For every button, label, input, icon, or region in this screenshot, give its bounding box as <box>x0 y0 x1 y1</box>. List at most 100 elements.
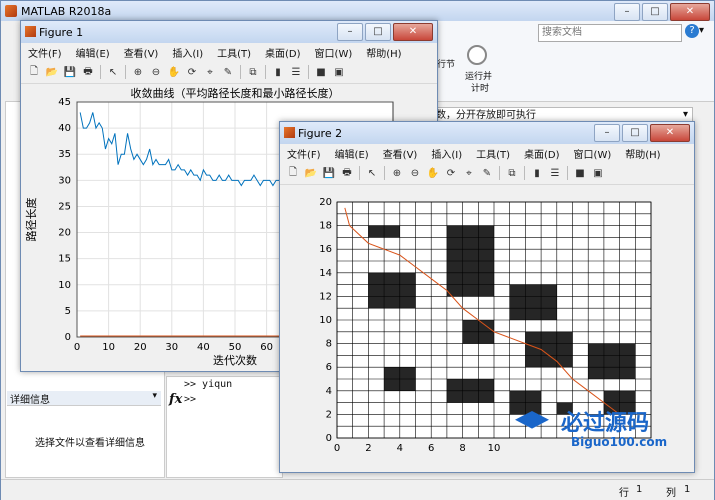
menu-item-3[interactable]: 插入(I) <box>172 45 203 60</box>
figure2-titlebar[interactable]: Figure 2 – □ ✕ <box>280 122 694 144</box>
maximize-button[interactable]: □ <box>642 3 668 21</box>
command-window[interactable] <box>166 376 283 478</box>
hide-tools-icon[interactable]: ■ <box>573 166 587 180</box>
y-tick-label: 40 <box>58 123 71 134</box>
obstacle-cell <box>446 272 463 285</box>
command-prompt[interactable]: >> <box>184 394 196 405</box>
menu-item-1[interactable]: 编辑(E) <box>335 146 369 161</box>
obstacle-cell <box>525 284 542 297</box>
detail-panel-header[interactable]: 详细信息 ▾ <box>7 391 161 406</box>
close-button[interactable]: ✕ <box>670 3 710 21</box>
obstacle-cell <box>541 343 557 356</box>
menu-item-4[interactable]: 工具(T) <box>217 45 251 60</box>
menu-item-6[interactable]: 窗口(W) <box>574 146 612 161</box>
new-figure-icon[interactable]: 🗋 <box>286 166 300 180</box>
run-and-time-icon[interactable] <box>467 45 487 65</box>
print-icon[interactable]: 🖶 <box>81 65 95 79</box>
obstacle-cell <box>478 261 494 273</box>
obstacle-cell <box>588 343 604 356</box>
menu-item-2[interactable]: 查看(V) <box>383 146 418 161</box>
ribbon-run-section-label[interactable]: 行节 <box>437 57 455 70</box>
obstacle-cell <box>509 390 526 403</box>
select-arrow-icon[interactable]: ↖ <box>106 65 120 79</box>
fig2-close-button[interactable]: ✕ <box>650 124 690 142</box>
brush-icon[interactable]: ✎ <box>221 65 235 79</box>
watermark-text: 必过源码 <box>561 411 650 436</box>
menu-item-0[interactable]: 文件(F) <box>287 146 321 161</box>
x-tick-label: 0 <box>334 443 340 454</box>
save-icon[interactable]: 💾 <box>63 65 77 79</box>
save-icon[interactable]: 💾 <box>322 166 336 180</box>
print-icon[interactable]: 🖶 <box>340 166 354 180</box>
rotate-icon[interactable]: ⟳ <box>444 166 458 180</box>
fig2-minimize-button[interactable]: – <box>594 124 620 142</box>
x-tick-label: 20 <box>134 342 147 353</box>
y-tick-label: 14 <box>319 268 332 279</box>
search-box[interactable]: 搜索文档 <box>538 24 682 42</box>
dock-icon[interactable]: ▣ <box>591 166 605 180</box>
colorbar-icon[interactable]: ▮ <box>530 166 544 180</box>
new-figure-icon[interactable]: 🗋 <box>27 65 41 79</box>
obstacle-cell <box>399 379 416 391</box>
fig1-minimize-button[interactable]: – <box>337 23 363 41</box>
minimize-button[interactable]: – <box>614 3 640 21</box>
search-input[interactable]: 搜索文档 <box>542 27 582 38</box>
pin-icon[interactable]: ▾ <box>699 25 704 36</box>
fig1-maximize-button[interactable]: □ <box>365 23 391 41</box>
fig2-maximize-button[interactable]: □ <box>622 124 648 142</box>
menu-item-6[interactable]: 窗口(W) <box>315 45 353 60</box>
obstacle-cell <box>478 272 494 285</box>
pan-icon[interactable]: ✋ <box>426 166 440 180</box>
menu-item-2[interactable]: 查看(V) <box>124 45 159 60</box>
zoom-in-icon[interactable]: ⊕ <box>131 65 145 79</box>
dropdown-arrow-icon[interactable]: ▾ <box>683 109 688 120</box>
brush-icon[interactable]: ✎ <box>480 166 494 180</box>
zoom-out-icon[interactable]: ⊖ <box>408 166 422 180</box>
zoom-out-icon[interactable]: ⊖ <box>149 65 163 79</box>
figure-icon <box>284 127 295 138</box>
menu-item-5[interactable]: 桌面(D) <box>265 45 301 60</box>
open-file-icon[interactable]: 📂 <box>304 166 318 180</box>
obstacle-cell <box>478 390 494 403</box>
data-cursor-icon[interactable]: ⌖ <box>203 65 217 79</box>
obstacle-cell <box>446 379 463 391</box>
data-cursor-icon[interactable]: ⌖ <box>462 166 476 180</box>
menu-item-4[interactable]: 工具(T) <box>476 146 510 161</box>
x-tick-label: 8 <box>459 443 465 454</box>
obstacle-cell <box>368 225 385 238</box>
run-and-time-label-2[interactable]: 计时 <box>471 81 489 94</box>
menu-item-7[interactable]: 帮助(H) <box>625 146 660 161</box>
obstacle-cell <box>525 296 542 309</box>
colorbar-icon[interactable]: ▮ <box>271 65 285 79</box>
legend-icon[interactable]: ☰ <box>289 65 303 79</box>
obstacle-cell <box>462 225 479 238</box>
open-file-icon[interactable]: 📂 <box>45 65 59 79</box>
y-tick-label: 20 <box>319 197 332 208</box>
link-plot-icon[interactable]: ⧉ <box>246 65 260 79</box>
legend-icon[interactable]: ☰ <box>548 166 562 180</box>
zoom-in-icon[interactable]: ⊕ <box>390 166 404 180</box>
hide-tools-icon[interactable]: ■ <box>314 65 328 79</box>
fig1-close-button[interactable]: ✕ <box>393 23 433 41</box>
select-arrow-icon[interactable]: ↖ <box>365 166 379 180</box>
dock-icon[interactable]: ▣ <box>332 65 346 79</box>
x-tick-label: 30 <box>165 342 178 353</box>
menu-item-0[interactable]: 文件(F) <box>28 45 62 60</box>
menu-item-7[interactable]: 帮助(H) <box>366 45 401 60</box>
y-tick-label: 12 <box>319 291 332 302</box>
link-plot-icon[interactable]: ⧉ <box>505 166 519 180</box>
figure1-titlebar[interactable]: Figure 1 – □ ✕ <box>21 21 437 43</box>
rotate-icon[interactable]: ⟳ <box>185 65 199 79</box>
help-icon[interactable]: ? <box>685 24 699 38</box>
menu-item-5[interactable]: 桌面(D) <box>524 146 560 161</box>
figure2-title: Figure 2 <box>298 126 343 140</box>
menu-item-3[interactable]: 插入(I) <box>431 146 462 161</box>
status-col-value: 1 <box>684 484 691 495</box>
menu-item-1[interactable]: 编辑(E) <box>76 45 110 60</box>
fx-icon[interactable]: fx <box>169 392 182 407</box>
pan-icon[interactable]: ✋ <box>167 65 181 79</box>
obstacle-cell <box>384 225 400 238</box>
detail-dropdown-icon[interactable]: ▾ <box>152 391 157 401</box>
obstacle-cell <box>525 331 542 344</box>
obstacle-cell <box>462 331 479 344</box>
